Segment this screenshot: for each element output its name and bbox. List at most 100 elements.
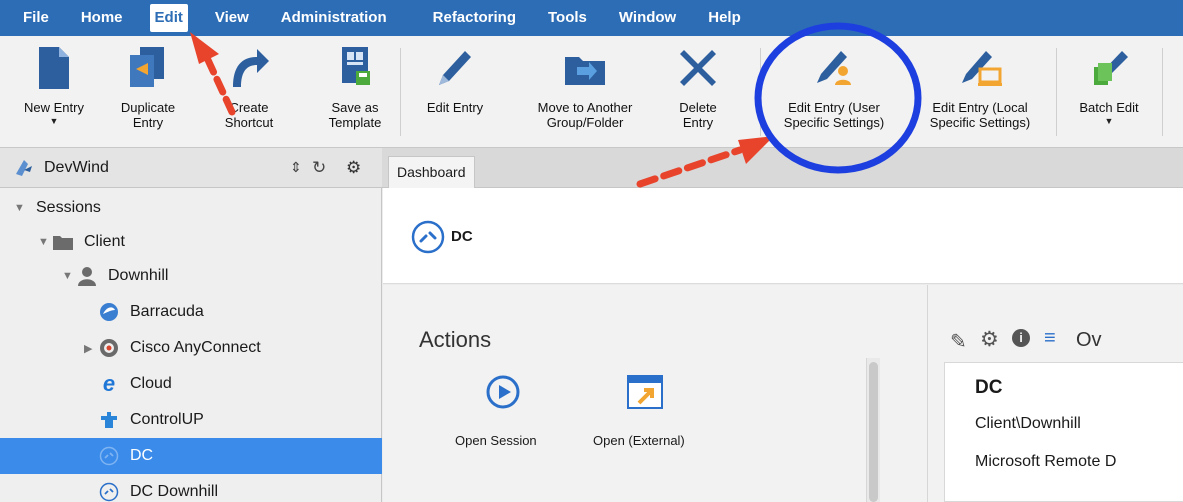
entry-header: DC: [383, 188, 1183, 284]
open-session-button[interactable]: Open Session: [453, 375, 561, 455]
duplicate-entry-label: Duplicate Entry: [120, 100, 176, 130]
external-window-icon: [627, 375, 663, 414]
tree-item-label: Cloud: [130, 375, 172, 392]
datasource-selector[interactable]: DevWind ⇕ ↻ ⚙: [0, 148, 382, 188]
menu-view[interactable]: View: [210, 4, 254, 32]
entry-title: DC: [451, 228, 473, 245]
open-external-button[interactable]: Open (External): [589, 375, 711, 455]
dropdown-caret-icon: ▼: [49, 116, 59, 126]
scrollbar-thumb[interactable]: [869, 362, 878, 502]
tree-item-barracuda[interactable]: Barracuda: [0, 294, 382, 330]
new-entry-button[interactable]: New Entry ▼: [14, 44, 94, 144]
duplicate-icon: [124, 44, 172, 92]
folder-move-icon: [561, 44, 609, 92]
batch-edit-button[interactable]: Batch Edit ▼: [1064, 44, 1154, 144]
gear-icon[interactable]: ⚙: [346, 158, 361, 178]
tree-item-dc[interactable]: DC: [0, 438, 382, 474]
tree-item-label: Barracuda: [130, 303, 204, 320]
menu-tools[interactable]: Tools: [543, 4, 592, 32]
tree-item-dc-downhill[interactable]: DC Downhill: [0, 474, 382, 502]
rdp-icon: [411, 220, 445, 259]
menu-refactoring[interactable]: Refactoring: [428, 4, 521, 32]
tree-item-cisco-anyconnect[interactable]: ▶ Cisco AnyConnect: [0, 330, 382, 366]
ribbon-separator: [1162, 48, 1163, 136]
create-shortcut-button[interactable]: Create Shortcut: [214, 44, 284, 144]
ribbon-separator: [760, 48, 761, 136]
open-external-label: Open (External): [593, 433, 685, 448]
updown-chevron-icon[interactable]: ⇕: [290, 159, 302, 176]
new-document-icon: [30, 44, 78, 92]
entry-info-card: DC Client\Downhill Microsoft Remote D: [944, 362, 1183, 502]
actions-heading: Actions: [419, 327, 492, 352]
tab-overview[interactable]: Ov: [1076, 329, 1102, 352]
list-icon[interactable]: ≡: [1044, 327, 1056, 350]
new-entry-label: New Entry: [24, 100, 84, 115]
tree-item-label: Sessions: [36, 199, 101, 216]
batch-edit-icon: [1085, 44, 1133, 92]
pencil-icon: [431, 44, 479, 92]
save-as-template-label: Save as Template: [328, 100, 382, 130]
actions-panel: Actions Open Session Open (External): [383, 285, 928, 502]
delete-x-icon: [674, 44, 722, 92]
document-tab-strip: Dashboard: [382, 148, 1183, 188]
expand-triangle-icon[interactable]: ▼: [62, 270, 76, 282]
tree-item-label: DC Downhill: [130, 483, 219, 500]
controlup-icon: [98, 409, 120, 431]
info-icon[interactable]: i: [1012, 329, 1030, 347]
shortcut-arrow-icon: [225, 44, 273, 92]
delete-entry-button[interactable]: Delete Entry: [672, 44, 724, 144]
duplicate-entry-button[interactable]: Duplicate Entry: [110, 44, 186, 144]
edit-entry-user-label: Edit Entry (User Specific Settings): [783, 100, 885, 130]
menu-bar: File Home Edit View Administration Refac…: [0, 0, 1183, 36]
datasource-name: DevWind: [44, 158, 109, 176]
menu-administration[interactable]: Administration: [276, 4, 392, 32]
refresh-icon[interactable]: ↻: [312, 158, 326, 178]
navigation-tree: ▼ Sessions ▼ Client ▼ Downhill Barracuda…: [0, 188, 382, 502]
info-entry-path: Client\Downhill: [975, 415, 1081, 432]
tree-item-sessions[interactable]: ▼ Sessions: [0, 190, 382, 226]
tree-item-label: Cisco AnyConnect: [130, 339, 261, 356]
cisco-anyconnect-icon: [98, 337, 120, 359]
menu-home[interactable]: Home: [76, 4, 128, 32]
tree-item-client[interactable]: ▼ Client: [0, 224, 382, 260]
edit-entry-label: Edit Entry: [426, 100, 484, 115]
tree-item-cloud[interactable]: e Cloud: [0, 366, 382, 402]
ribbon-separator: [1056, 48, 1057, 136]
gear-icon[interactable]: ⚙: [980, 327, 999, 352]
menu-edit[interactable]: Edit: [149, 4, 188, 32]
rdp-icon: [98, 445, 120, 467]
expand-triangle-icon[interactable]: ▼: [38, 236, 52, 248]
info-entry-name: DC: [975, 377, 1003, 398]
edit-entry-local-settings-button[interactable]: Edit Entry (Local Specific Settings): [912, 44, 1048, 144]
menu-help[interactable]: Help: [703, 4, 746, 32]
move-to-group-button[interactable]: Move to Another Group/Folder: [518, 44, 652, 144]
expand-triangle-icon[interactable]: ▼: [14, 202, 28, 214]
ribbon-toolbar: New Entry ▼ Duplicate Entry Create Short…: [0, 36, 1183, 148]
folder-icon: [52, 231, 74, 253]
macro-icon[interactable]: ✎: [950, 329, 967, 354]
edit-entry-button[interactable]: Edit Entry: [412, 44, 498, 144]
menu-file[interactable]: File: [18, 4, 54, 32]
delete-entry-label: Delete Entry: [679, 100, 717, 130]
tree-item-controlup[interactable]: ControlUP: [0, 402, 382, 438]
play-circle-icon: [486, 375, 520, 414]
edit-entry-user-settings-button[interactable]: Edit Entry (User Specific Settings): [766, 44, 902, 144]
tree-item-label: Client: [84, 233, 125, 250]
pencil-user-icon: [810, 44, 858, 92]
collapse-triangle-icon[interactable]: ▶: [84, 342, 98, 355]
datasource-icon: [14, 158, 34, 178]
rdp-icon: [98, 481, 120, 502]
pencil-computer-icon: [956, 44, 1004, 92]
internet-explorer-icon: e: [102, 371, 116, 396]
template-icon: [331, 44, 379, 92]
tree-item-downhill[interactable]: ▼ Downhill: [0, 258, 382, 294]
menu-window[interactable]: Window: [614, 4, 681, 32]
tab-dashboard[interactable]: Dashboard: [388, 156, 475, 188]
dropdown-caret-icon: ▼: [1104, 116, 1114, 126]
move-to-group-label: Move to Another Group/Folder: [537, 100, 633, 130]
save-as-template-button[interactable]: Save as Template: [318, 44, 392, 144]
user-group-icon: [76, 265, 98, 287]
tree-item-label: ControlUP: [130, 411, 204, 428]
actions-scrollbar[interactable]: [866, 358, 880, 502]
tree-item-label: DC: [130, 447, 154, 464]
